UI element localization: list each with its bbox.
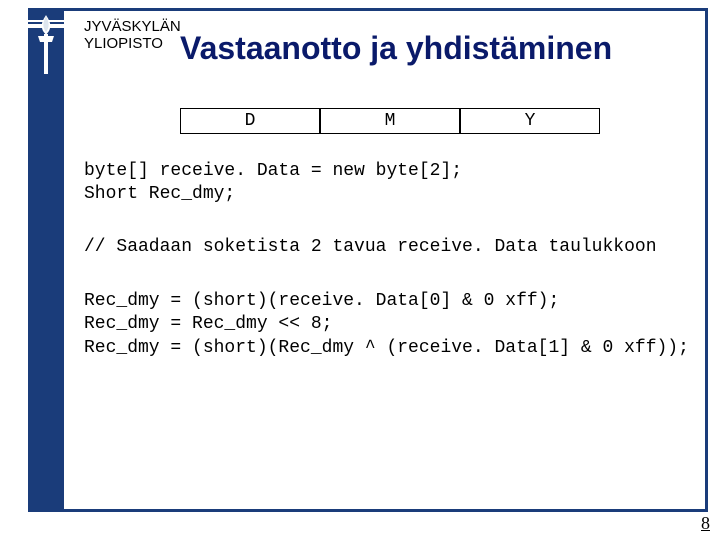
table-cell-d: D [180,108,320,134]
institution-line2: YLIOPISTO [84,35,181,52]
institution-name: JYVÄSKYLÄN YLIOPISTO [84,18,181,53]
table-cell-y: Y [460,108,600,134]
slide-title: Vastaanotto ja yhdistäminen [180,30,700,67]
page-number: 8 [701,513,710,534]
institution-line1: JYVÄSKYLÄN [84,18,181,35]
code-block-3: Rec_dmy = (short)(receive. Data[0] & 0 x… [84,290,700,360]
table-cell-m: M [320,108,460,134]
slide-border [28,8,708,512]
code-block-2: // Saadaan soketista 2 tavua receive. Da… [84,236,700,259]
table-row: D M Y [180,108,600,134]
torch-icon [32,14,60,78]
byte-table: D M Y [180,108,600,134]
logo-strip [28,8,64,512]
code-block-1: byte[] receive. Data = new byte[2]; Shor… [84,160,700,207]
